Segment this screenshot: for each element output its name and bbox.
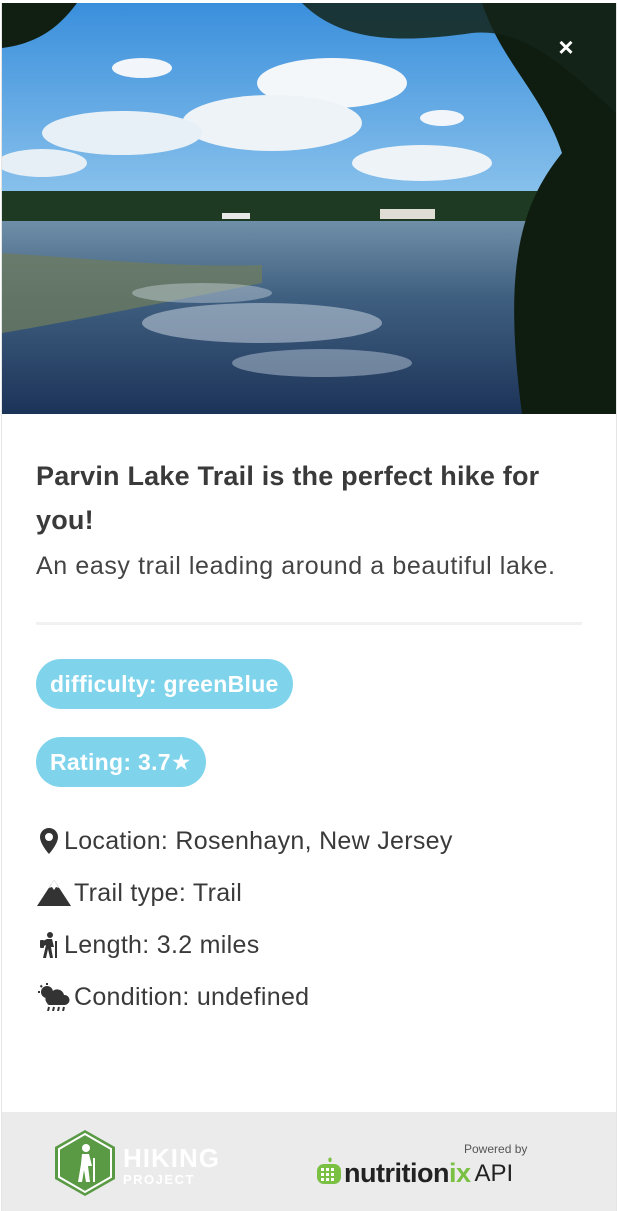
powered-by-text: Powered by bbox=[464, 1142, 528, 1156]
mountain-icon bbox=[36, 879, 72, 907]
divider bbox=[36, 622, 582, 625]
location-row: Location: Rosenhayn, New Jersey bbox=[36, 815, 582, 867]
nutritionix-brand-c: API bbox=[474, 1159, 514, 1187]
hiking-project-line2: PROJECT bbox=[123, 1172, 195, 1187]
nutritionix-brand-a: nutrition bbox=[344, 1158, 449, 1188]
condition-text: Condition: undefined bbox=[74, 982, 310, 1011]
hiking-project-line1: HIKING bbox=[123, 1143, 220, 1173]
hiking-project-logo-icon bbox=[55, 1130, 115, 1201]
hiker-icon bbox=[36, 931, 62, 959]
nutritionix-logo-icon bbox=[314, 1156, 344, 1191]
trail-title: Parvin Lake Trail is the perfect hike fo… bbox=[36, 461, 540, 535]
trail-photo: × bbox=[2, 3, 616, 414]
length-row: Length: 3.2 miles bbox=[36, 919, 582, 971]
trail-info-list: Location: Rosenhayn, New Jersey Trail ty… bbox=[36, 815, 582, 1023]
location-text: Location: Rosenhayn, New Jersey bbox=[64, 826, 453, 855]
condition-row: Condition: undefined bbox=[36, 971, 582, 1023]
trail-type-row: Trail type: Trail bbox=[36, 867, 582, 919]
close-icon: × bbox=[558, 32, 574, 62]
length-text: Length: 3.2 miles bbox=[64, 930, 260, 959]
footer: HIKING PROJECT Powered by nutrition ix API bbox=[2, 1112, 616, 1211]
close-button[interactable]: × bbox=[554, 32, 578, 62]
trail-type-text: Trail type: Trail bbox=[74, 878, 243, 907]
difficulty-badge: difficulty: greenBlue bbox=[36, 659, 293, 709]
rating-badge: Rating: 3.7★ bbox=[36, 737, 206, 787]
hiking-project-logo[interactable]: HIKING PROJECT bbox=[55, 1130, 220, 1201]
trail-details: Parvin Lake Trail is the perfect hike fo… bbox=[2, 414, 616, 1023]
trail-card: × Parvin Lake Trail is the perfect hike … bbox=[1, 3, 617, 1211]
map-pin-icon bbox=[36, 827, 62, 855]
trail-summary: An easy trail leading around a beautiful… bbox=[36, 552, 556, 580]
nutritionix-brand-b: ix bbox=[448, 1158, 471, 1188]
weather-icon bbox=[36, 983, 72, 1011]
